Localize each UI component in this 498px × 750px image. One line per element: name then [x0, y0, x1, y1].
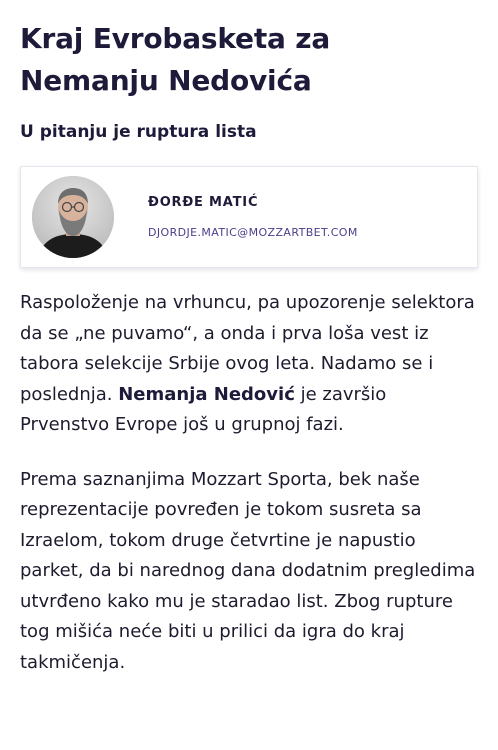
- article-subtitle: U pitanju je ruptura lista: [20, 122, 257, 142]
- author-name[interactable]: ĐORĐE MATIĆ: [148, 195, 358, 210]
- author-info: ĐORĐE MATIĆ DJORDJE.MATIC@MOZZARTBET.COM: [148, 195, 358, 239]
- author-card[interactable]: ĐORĐE MATIĆ DJORDJE.MATIC@MOZZARTBET.COM: [20, 166, 478, 268]
- article-paragraph-1: Raspoloženje na vrhuncu, pa upozorenje s…: [20, 288, 478, 441]
- article-paragraph-2: Prema saznanjima Mozzart Sporta, bek naš…: [20, 468, 476, 673]
- author-email-link[interactable]: DJORDJE.MATIC@MOZZARTBET.COM: [148, 226, 358, 239]
- headline-line-1: Kraj Evrobasketa za: [20, 22, 331, 55]
- article: Kraj Evrobasketa za Nemanju Nedovića U pi…: [0, 0, 498, 678]
- headline-line-2: Nemanju Nedovića: [20, 64, 312, 97]
- author-avatar[interactable]: [32, 176, 114, 258]
- article-headline: Kraj Evrobasketa za Nemanju Nedovića: [20, 0, 478, 102]
- player-link[interactable]: Nemanja Nedović: [118, 384, 295, 405]
- author-photo-icon: [32, 176, 114, 258]
